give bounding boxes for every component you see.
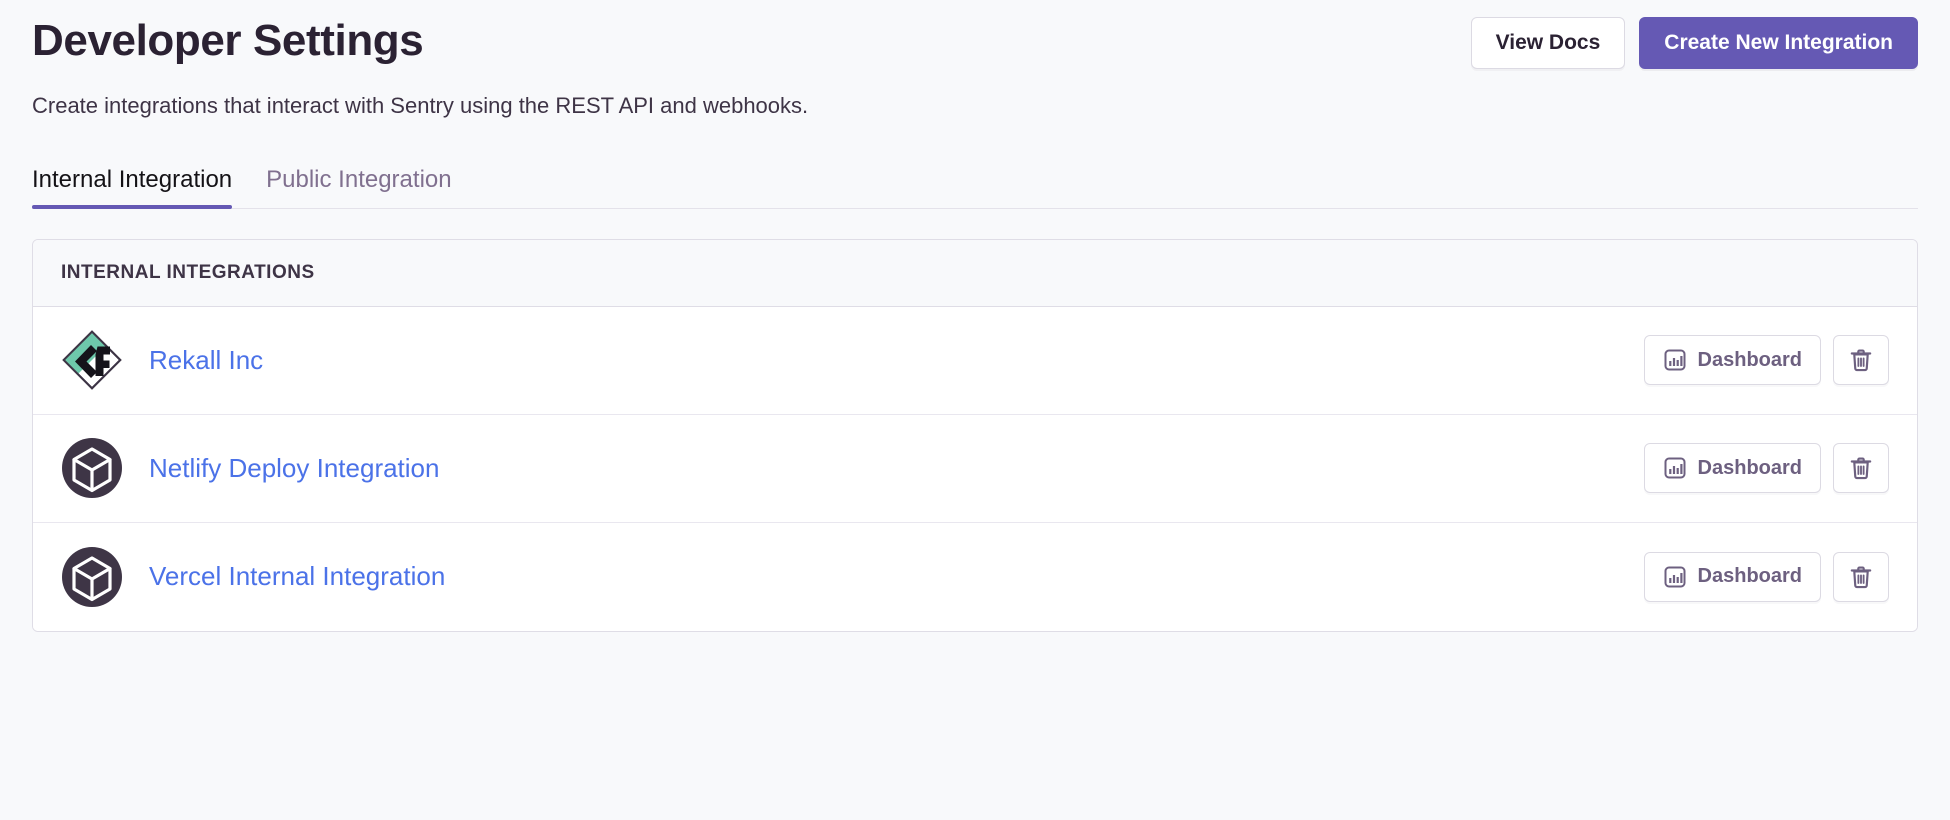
bar-chart-icon xyxy=(1663,348,1687,372)
trash-icon xyxy=(1848,564,1874,590)
dashboard-button-label: Dashboard xyxy=(1697,456,1802,479)
dashboard-button[interactable]: Dashboard xyxy=(1643,551,1821,602)
integration-type-tabs: Internal Integration Public Integration xyxy=(32,152,1918,209)
panel-header-title: INTERNAL INTEGRATIONS xyxy=(33,239,1917,307)
tab-public-integration[interactable]: Public Integration xyxy=(266,167,451,208)
integration-row: Netlify Deploy Integration Dashboard xyxy=(33,415,1917,523)
trash-icon xyxy=(1848,347,1874,373)
integration-row: Rekall Inc Dashboard xyxy=(33,307,1917,415)
integration-row-left: Vercel Internal Integration xyxy=(61,546,1644,608)
page-title: Developer Settings xyxy=(32,16,424,65)
cube-circle-logo-icon xyxy=(61,546,123,608)
dashboard-button-label: Dashboard xyxy=(1697,565,1802,588)
bar-chart-icon xyxy=(1663,565,1687,589)
internal-integrations-panel: INTERNAL INTEGRATIONS Rekall Inc Dashboa… xyxy=(32,238,1918,632)
integration-row-left: Rekall Inc xyxy=(61,329,1644,391)
rekall-diamond-logo-icon xyxy=(61,329,123,391)
page-header: Developer Settings View Docs Create New … xyxy=(32,0,1918,69)
delete-integration-button[interactable] xyxy=(1833,551,1889,602)
integration-name-link[interactable]: Rekall Inc xyxy=(149,345,263,376)
delete-integration-button[interactable] xyxy=(1833,443,1889,494)
developer-settings-page: Developer Settings View Docs Create New … xyxy=(0,0,1950,820)
integration-row-left: Netlify Deploy Integration xyxy=(61,437,1644,499)
integration-list: Rekall Inc Dashboard Netlify Deploy Inte… xyxy=(33,306,1917,631)
integration-row-actions: Dashboard xyxy=(1643,335,1889,386)
integration-row-actions: Dashboard xyxy=(1643,443,1889,494)
integration-name-link[interactable]: Netlify Deploy Integration xyxy=(149,453,439,484)
cube-circle-logo-icon xyxy=(61,437,123,499)
integration-name-link[interactable]: Vercel Internal Integration xyxy=(149,561,445,592)
bar-chart-icon xyxy=(1663,456,1687,480)
integration-row: Vercel Internal Integration Dashboard xyxy=(33,523,1917,631)
dashboard-button[interactable]: Dashboard xyxy=(1643,443,1821,494)
dashboard-button[interactable]: Dashboard xyxy=(1643,335,1821,386)
trash-icon xyxy=(1848,455,1874,481)
page-subtitle: Create integrations that interact with S… xyxy=(32,93,809,118)
create-new-integration-button[interactable]: Create New Integration xyxy=(1639,17,1918,69)
header-actions: View Docs Create New Integration xyxy=(1470,8,1918,69)
delete-integration-button[interactable] xyxy=(1833,335,1889,386)
view-docs-button[interactable]: View Docs xyxy=(1470,17,1626,69)
tab-internal-integration[interactable]: Internal Integration xyxy=(32,167,233,209)
integration-row-actions: Dashboard xyxy=(1643,551,1889,602)
dashboard-button-label: Dashboard xyxy=(1697,348,1802,371)
